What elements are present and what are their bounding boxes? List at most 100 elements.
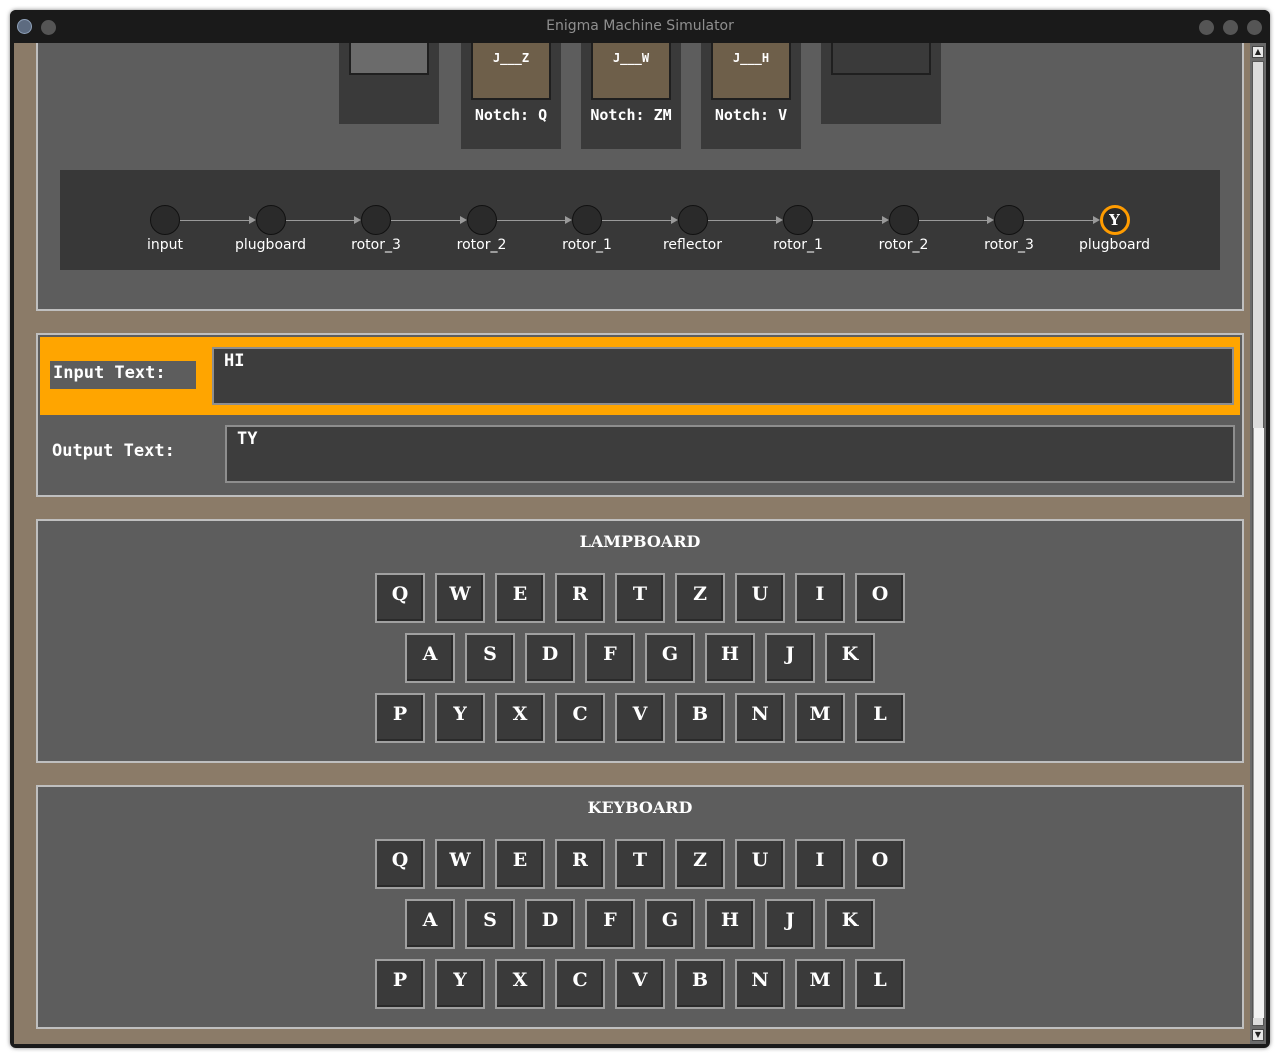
keyboard-key-b[interactable]: B [675, 959, 725, 1009]
lamp-key-l: L [855, 693, 905, 743]
lamp-key-j: J [765, 633, 815, 683]
signal-arrow-line [180, 220, 249, 221]
lamp-key-g: G [645, 633, 695, 683]
maximize-button[interactable] [1223, 20, 1238, 35]
empty-rotor-slot-right [821, 43, 941, 124]
signal-path-panel: input plugboard rotor_3 rotor_2 rotor_1 refle… [60, 170, 1220, 270]
main-content: J___Z Notch: Q J___W Notch: ZM J___H Not… [14, 43, 1250, 1044]
lamp-key-s: S [465, 633, 515, 683]
signal-node-label: rotor_3 [984, 237, 1034, 253]
output-label: Output Text: [52, 441, 175, 461]
arrow-head-icon [565, 216, 572, 224]
keyboard-key-q[interactable]: Q [375, 839, 425, 889]
scroll-up-icon[interactable]: ▲ [1252, 46, 1264, 58]
lamp-key-i: I [795, 573, 845, 623]
keyboard-key-h[interactable]: H [705, 899, 755, 949]
vertical-scrollbar[interactable]: ▲ ▼ [1250, 43, 1266, 1044]
keyboard-key-k[interactable]: K [825, 899, 875, 949]
signal-node-label: rotor_2 [456, 237, 507, 253]
keyboard-key-m[interactable]: M [795, 959, 845, 1009]
input-row: Input Text: HI [40, 337, 1240, 415]
lamp-key-q: Q [375, 573, 425, 623]
signal-node-label: rotor_1 [773, 237, 823, 253]
lampboard-panel: LAMPBOARD QWERTZUIO ASDFGHJK PYXCVBNML [36, 519, 1244, 763]
minimize-button[interactable] [1199, 20, 1214, 35]
scrollbar-thumb[interactable] [1253, 428, 1264, 1018]
keyboard-key-p[interactable]: P [375, 959, 425, 1009]
input-label-box: Input Text: [50, 361, 196, 389]
slot-window [831, 43, 931, 75]
signal-node-label: rotor_2 [878, 237, 929, 253]
keyboard-panel: KEYBOARD QWERTZUIO ASDFGHJK PYXCVBNML [36, 785, 1244, 1029]
close-button[interactable] [1247, 20, 1262, 35]
signal-arrow-line [1024, 220, 1093, 221]
rotor-3[interactable]: J___H Notch: V [701, 43, 801, 149]
lamp-key-d: D [525, 633, 575, 683]
keyboard-key-u[interactable]: U [735, 839, 785, 889]
input-label: Input Text: [53, 363, 166, 383]
signal-node-plugboard: Y [1099, 205, 1130, 235]
signal-node-rotor_3 [994, 205, 1024, 235]
signal-node-rotor_1 [783, 205, 813, 235]
lamp-key-h: H [705, 633, 755, 683]
rotor-wiring: J___W [612, 51, 650, 65]
lamp-key-t: T [615, 573, 665, 623]
keyboard-key-a[interactable]: A [405, 899, 455, 949]
arrow-head-icon [776, 216, 783, 224]
arrow-head-icon [881, 216, 889, 224]
lamp-key-w: W [435, 573, 485, 623]
keyboard-key-e[interactable]: E [495, 839, 545, 889]
keyboard-key-g[interactable]: G [645, 899, 695, 949]
scrollbar-track[interactable] [1252, 61, 1264, 1026]
app-window: Enigma Machine Simulator J___Z Notch: Q [10, 10, 1270, 1048]
rotor-2[interactable]: J___W Notch: ZM [581, 43, 681, 149]
keyboard-key-i[interactable]: I [795, 839, 845, 889]
signal-node-reflector [677, 205, 708, 235]
keyboard-key-s[interactable]: S [465, 899, 515, 949]
lamp-key-v: V [615, 693, 665, 743]
lamp-key-o: O [855, 573, 905, 623]
rotor-window[interactable]: J___Z [471, 43, 551, 100]
signal-node-rotor_2 [466, 205, 497, 235]
keyboard-key-n[interactable]: N [735, 959, 785, 1009]
empty-rotor-slot-left [339, 43, 439, 124]
keyboard-key-y[interactable]: Y [435, 959, 485, 1009]
keyboard-key-v[interactable]: V [615, 959, 665, 1009]
signal-node-label: plugboard [235, 237, 306, 253]
arrow-head-icon [354, 216, 361, 224]
lamp-key-a: A [405, 633, 455, 683]
signal-arrow-line [602, 220, 671, 221]
keyboard-key-d[interactable]: D [525, 899, 575, 949]
keyboard-key-o[interactable]: O [855, 839, 905, 889]
keyboard-key-t[interactable]: T [615, 839, 665, 889]
signal-node-input [150, 205, 180, 235]
arrow-head-icon [248, 216, 256, 224]
keyboard-key-j[interactable]: J [765, 899, 815, 949]
scroll-down-icon[interactable]: ▼ [1252, 1029, 1264, 1041]
keyboard-key-l[interactable]: L [855, 959, 905, 1009]
rotor-wiring: J___H [732, 51, 770, 65]
lamp-key-b: B [675, 693, 725, 743]
notch-label: Notch: V [714, 106, 788, 124]
lamp-key-c: C [555, 693, 605, 743]
input-text-field[interactable]: HI [212, 347, 1234, 405]
signal-arrow-line [496, 220, 565, 221]
text-panel: Input Text: HI Output Text: TY [36, 333, 1244, 497]
lamp-key-k: K [825, 633, 875, 683]
keyboard-key-w[interactable]: W [435, 839, 485, 889]
signal-node-label: input [146, 237, 183, 253]
keyboard-key-r[interactable]: R [555, 839, 605, 889]
rotor-1[interactable]: J___Z Notch: Q [461, 43, 561, 149]
keyboard-key-f[interactable]: F [585, 899, 635, 949]
lamp-key-u: U [735, 573, 785, 623]
arrow-head-icon [987, 216, 994, 224]
signal-node-rotor_3 [361, 205, 391, 235]
keyboard-key-x[interactable]: X [495, 959, 545, 1009]
lamp-key-f: F [585, 633, 635, 683]
keyboard-key-c[interactable]: C [555, 959, 605, 1009]
keyboard-key-z[interactable]: Z [675, 839, 725, 889]
rotor-window[interactable]: J___W [591, 43, 671, 100]
rotor-window[interactable]: J___H [711, 43, 791, 100]
signal-arrow-line [285, 220, 354, 221]
lamp-key-p: P [375, 693, 425, 743]
